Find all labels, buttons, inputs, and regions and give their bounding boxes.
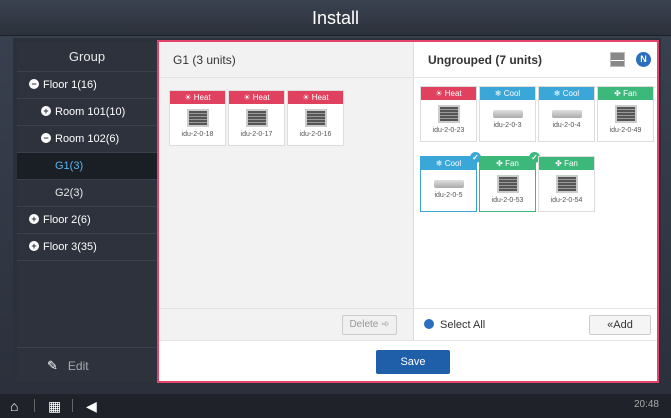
tree-label: Floor 1(16): [43, 79, 97, 91]
collapse-icon[interactable]: −: [29, 79, 39, 90]
clock: 20:48: [633, 399, 659, 410]
n-badge[interactable]: N: [636, 52, 651, 67]
ungrouped-units-pane: Ungrouped (7 units) N ☀ Heat idu-2-0-23 …: [414, 42, 657, 340]
unit-card[interactable]: ☀ Heat idu-2-0-18: [169, 90, 226, 146]
tree-item-floor-1[interactable]: − Floor 1(16): [17, 72, 157, 99]
collapse-icon[interactable]: −: [41, 133, 51, 144]
action-row: Delete ➾ Select All «Add: [159, 308, 657, 340]
tree-label: Floor 2(6): [43, 214, 91, 226]
unit-name: idu-2-0-17: [240, 131, 273, 138]
cassette-unit-icon: [304, 109, 327, 127]
cassette-unit-icon: [496, 175, 519, 193]
unit-card[interactable]: ✤ Fan idu-2-0-54: [538, 156, 595, 212]
unit-name: idu-2-0-49: [609, 127, 642, 134]
unit-card[interactable]: ☀ Heat idu-2-0-16: [287, 90, 344, 146]
bottom-nav-bar: ⌂ ▦ ◀ 20:48: [0, 394, 671, 418]
tree-label: Room 101(10): [55, 106, 126, 118]
tree-item-floor-3[interactable]: + Floor 3(35): [17, 234, 157, 261]
group-editor: G1 (3 units) ☀ Heat idu-2-0-18 ☀ Heat id…: [157, 40, 659, 383]
home-icon[interactable]: ⌂: [10, 398, 18, 414]
tree-label: Room 102(6): [55, 133, 120, 145]
unit-name: idu-2-0-4: [552, 122, 581, 129]
unit-card[interactable]: ❄ Cool idu-2-0-3: [479, 86, 536, 142]
wall-unit-icon: [433, 180, 464, 188]
unit-name: idu-2-0-18: [181, 131, 214, 138]
tree-label: Floor 3(35): [43, 241, 97, 253]
group-units-pane: G1 (3 units) ☀ Heat idu-2-0-18 ☀ Heat id…: [159, 42, 414, 340]
cool-mode-badge: ❄ Cool: [539, 87, 594, 100]
unit-card[interactable]: ❄ Cool idu-2-0-4: [538, 86, 595, 142]
cool-mode-badge: ❄ Cool: [480, 87, 535, 100]
tree-item-room-101[interactable]: + Room 101(10): [17, 99, 157, 126]
tree-item-room-102[interactable]: − Room 102(6): [17, 126, 157, 153]
group-title: G1 (3 units): [159, 42, 414, 78]
cassette-unit-icon: [437, 105, 460, 123]
unit-name: idu-2-0-53: [491, 197, 524, 204]
grid-icon[interactable]: ▦: [48, 398, 61, 414]
pencil-icon: ✎: [47, 358, 58, 373]
save-row: Save: [159, 340, 657, 381]
save-button[interactable]: Save: [376, 350, 450, 374]
wall-unit-icon: [551, 110, 582, 118]
cassette-unit-icon: [555, 175, 578, 193]
unit-name: idu-2-0-3: [493, 122, 522, 129]
divider: [72, 399, 73, 412]
window-title: Install: [0, 0, 671, 36]
add-button[interactable]: «Add: [589, 315, 651, 335]
fan-mode-badge: ✤ Fan: [480, 157, 535, 170]
expand-icon[interactable]: +: [29, 214, 39, 225]
unit-card-selected[interactable]: ✤ Fan idu-2-0-53 ✓: [479, 152, 540, 212]
edit-label: Edit: [67, 359, 89, 373]
select-all-toggle[interactable]: Select All: [424, 316, 485, 334]
unit-name: idu-2-0-54: [550, 197, 583, 204]
arrow-right-icon: ➾: [381, 319, 390, 330]
tree-item-g2[interactable]: G2(3): [17, 180, 157, 207]
cassette-unit-icon: [614, 105, 637, 123]
expand-icon[interactable]: +: [41, 106, 51, 117]
delete-button[interactable]: Delete ➾: [342, 315, 397, 335]
back-icon[interactable]: ◀: [86, 398, 97, 414]
fan-mode-badge: ✤ Fan: [598, 87, 653, 100]
cassette-unit-icon: [186, 109, 209, 127]
tree-label: G2(3): [55, 187, 84, 199]
fan-mode-badge: ✤ Fan: [539, 157, 594, 170]
radio-icon[interactable]: [424, 319, 434, 330]
expand-icon[interactable]: +: [29, 241, 39, 252]
heat-mode-badge: ☀ Heat: [229, 91, 284, 104]
divider: [34, 399, 35, 412]
cassette-unit-icon: [245, 109, 268, 127]
heat-mode-badge: ☀ Heat: [421, 87, 476, 100]
heat-mode-badge: ☀ Heat: [170, 91, 225, 104]
unit-card[interactable]: ☀ Heat idu-2-0-23: [420, 86, 477, 142]
tree-label: G1(3): [55, 160, 84, 172]
unit-name: idu-2-0-5: [434, 192, 463, 199]
edit-button[interactable]: ✎ Edit: [17, 347, 157, 382]
unit-name: idu-2-0-23: [432, 127, 465, 134]
unit-card[interactable]: ☀ Heat idu-2-0-17: [228, 90, 285, 146]
tree-item-floor-2[interactable]: + Floor 2(6): [17, 207, 157, 234]
unit-name: idu-2-0-16: [299, 131, 332, 138]
unit-card-selected[interactable]: ❄ Cool idu-2-0-5 ✓: [420, 152, 481, 212]
tree-item-g1[interactable]: G1(3): [17, 153, 157, 180]
heat-mode-badge: ☀ Heat: [288, 91, 343, 104]
unit-card[interactable]: ✤ Fan idu-2-0-49: [597, 86, 654, 142]
cool-mode-badge: ❄ Cool: [421, 157, 476, 170]
sidebar-header: Group: [17, 42, 157, 72]
unit-type-icon[interactable]: [610, 52, 625, 67]
wall-unit-icon: [492, 110, 523, 118]
group-sidebar: Group − Floor 1(16) + Room 101(10) − Room 1…: [17, 42, 157, 382]
